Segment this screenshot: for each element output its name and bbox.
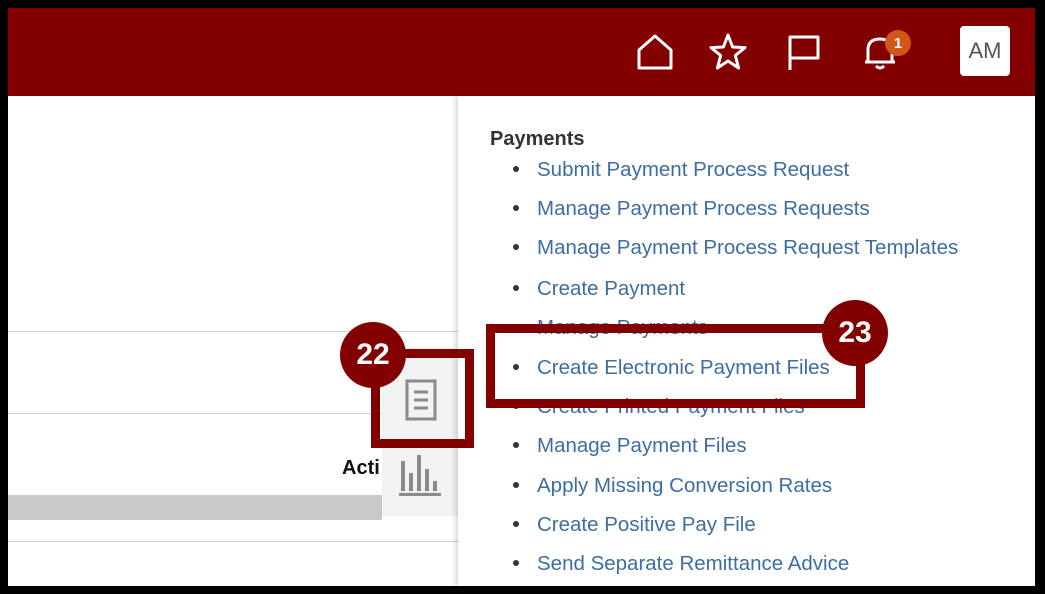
notification-count-badge: 1 — [885, 30, 911, 56]
task-submit-payment-process-request[interactable]: Submit Payment Process Request — [513, 158, 849, 182]
task-label: Create Payment — [537, 277, 686, 300]
task-apply-missing-conversion-rates[interactable]: Apply Missing Conversion Rates — [513, 474, 832, 498]
task-label: Manage Payment Process Requests — [537, 197, 870, 220]
bullet — [513, 481, 519, 488]
task-manage-payment-process-request-templates[interactable]: Manage Payment Process Request Templates — [513, 236, 958, 260]
app-window: 1 AM Acti Payments Submit Payment Proces… — [8, 8, 1035, 586]
bullet — [513, 284, 519, 291]
task-label: Submit Payment Process Request — [537, 158, 850, 181]
task-label: Send Separate Remittance Advice — [537, 552, 850, 575]
task-label: Apply Missing Conversion Rates — [537, 474, 833, 497]
task-create-payment[interactable]: Create Payment — [513, 277, 685, 301]
star-icon[interactable] — [706, 30, 750, 74]
user-avatar[interactable]: AM — [960, 26, 1010, 76]
task-manage-payment-files[interactable]: Manage Payment Files — [513, 434, 747, 458]
bullet — [513, 243, 519, 250]
tasks-section-heading: Payments — [490, 128, 585, 150]
task-label: Manage Payment Process Request Templates — [537, 236, 959, 259]
bullet — [513, 520, 519, 527]
step-callout-22: 22 — [340, 322, 406, 388]
analytics-tab-icon[interactable] — [397, 451, 445, 499]
home-icon[interactable] — [633, 30, 677, 74]
step-callout-23: 23 — [822, 300, 888, 366]
task-manage-payment-process-requests[interactable]: Manage Payment Process Requests — [513, 197, 870, 221]
bullet — [513, 559, 519, 566]
bullet — [513, 204, 519, 211]
task-create-positive-pay-file[interactable]: Create Positive Pay File — [513, 513, 756, 537]
divider-line — [8, 541, 468, 542]
highlight-box-electronic-payment-files — [486, 324, 865, 408]
task-label: Manage Payment Files — [537, 434, 747, 457]
task-send-separate-remittance-advice[interactable]: Send Separate Remittance Advice — [513, 552, 849, 576]
table-header-band — [8, 495, 382, 520]
bullet — [513, 165, 519, 172]
bullet — [513, 441, 519, 448]
global-header: 1 AM — [8, 8, 1035, 96]
divider-line — [8, 331, 468, 332]
column-header-actions: Acti — [342, 457, 380, 479]
flag-icon[interactable] — [782, 30, 826, 74]
task-label: Create Positive Pay File — [537, 513, 756, 536]
